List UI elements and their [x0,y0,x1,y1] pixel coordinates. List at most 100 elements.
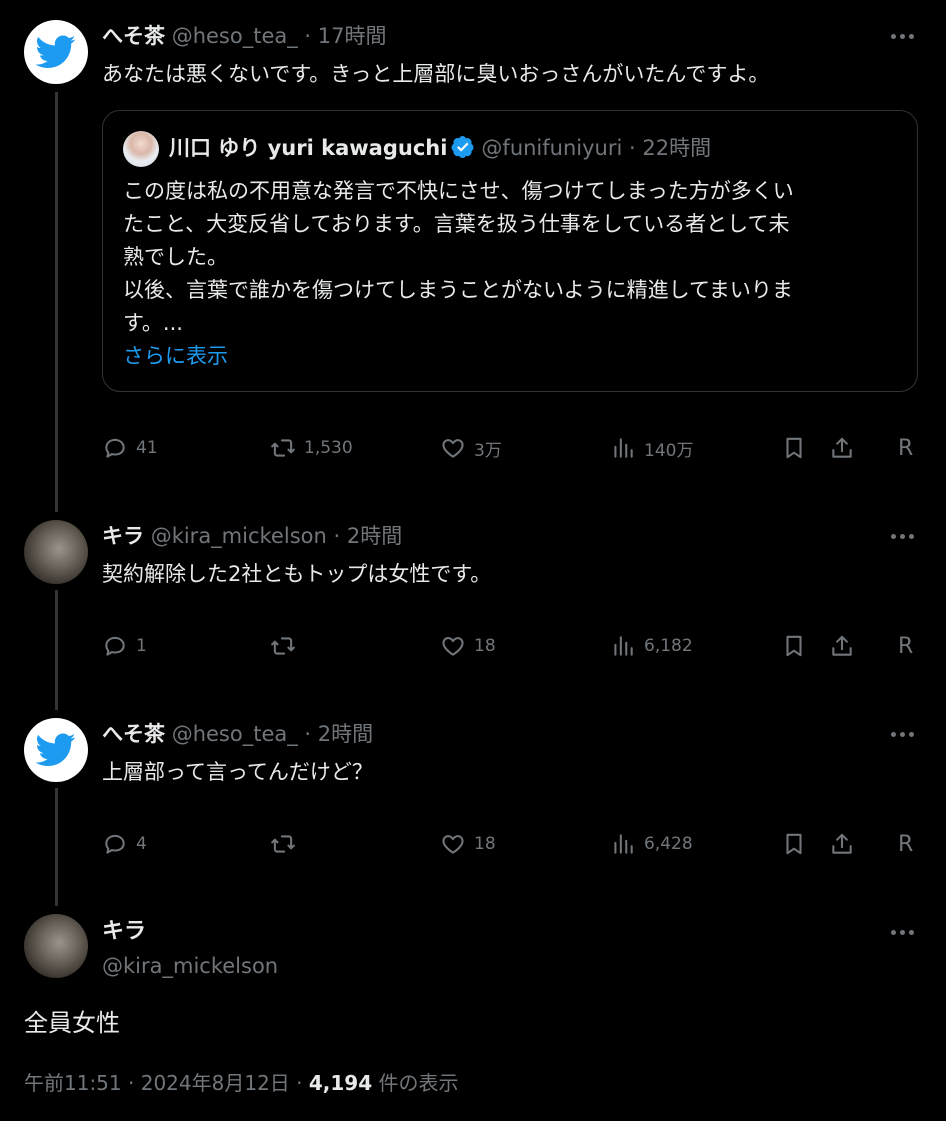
avatar[interactable] [24,914,88,978]
views-button[interactable]: 140万 [610,428,693,468]
separator: · [128,1071,135,1095]
avatar[interactable] [123,131,159,167]
views-label: 件の表示 [378,1071,459,1095]
bookmark-button[interactable] [781,824,807,864]
display-name[interactable]: へそ茶 [102,722,165,746]
display-name[interactable]: 川口 ゆり yuri kawaguchi [169,136,447,160]
like-count: 3万 [474,440,502,461]
separator: · [296,1071,303,1095]
text-line: たこと、大変反省しております。言葉を扱う仕事をしている者として未 [123,212,790,236]
user-handle[interactable]: @kira_mickelson [102,952,278,980]
tweet-header: キラ @kira_mickelson · 2時間 [102,522,402,550]
tweet[interactable]: へそ茶 @heso_tea_ · 2時間 上層部って言ってんだけど？ 4 18 … [0,698,946,898]
view-count: 6,428 [644,834,693,854]
tweet[interactable]: キラ @kira_mickelson · 2時間 契約解除した2社ともトップは女… [0,500,946,700]
r-button[interactable]: R [898,824,913,864]
share-upload-icon [832,437,852,458]
text-line: 熟でした。 [123,245,228,269]
like-count: 18 [474,834,496,854]
tweet-text: 上層部って言ってんだけど？ [102,760,373,784]
repost-button[interactable] [270,626,296,666]
bar-chart-icon [614,636,633,656]
text-line: この度は私の不用意な発言で不快にさせ、傷つけてしまった方が多くい [123,179,794,203]
quoted-tweet-header: 川口 ゆり yuri kawaguchi @funifuniyuri · 22時間 [169,133,711,163]
like-button[interactable]: 3万 [440,428,502,468]
action-bar: 4 18 6,428 R [0,824,946,864]
share-button[interactable] [829,428,855,468]
view-count: 4,194 [308,1071,373,1095]
more-dots-icon[interactable] [888,922,916,942]
repost-button[interactable] [270,824,296,864]
like-button[interactable]: 18 [440,626,496,666]
share-button[interactable] [829,824,855,864]
user-handle[interactable]: @kira_mickelson [151,524,327,548]
share-upload-icon [832,833,852,854]
text-line: 以後、言葉で誰かを傷つけてしまうことがないように精進してまいりま [123,278,793,302]
heart-icon [442,439,464,458]
display-name[interactable]: キラ [102,524,144,548]
timestamp[interactable]: 2時間 [347,524,402,548]
avatar[interactable] [24,20,88,84]
reply-button[interactable]: 1 [102,626,147,666]
bookmark-icon [786,833,802,855]
reply-count: 4 [136,834,147,854]
date[interactable]: 2024年8月12日 [141,1071,290,1095]
display-name[interactable]: キラ [102,918,146,946]
tweet-header: へそ茶 @heso_tea_ · 2時間 [102,720,373,748]
timestamp[interactable]: 17時間 [318,24,387,48]
quoted-tweet[interactable]: 川口 ゆり yuri kawaguchi @funifuniyuri · 22時間… [102,110,918,392]
bookmark-button[interactable] [781,626,807,666]
user-handle[interactable]: @heso_tea_ [172,24,298,48]
r-button[interactable]: R [898,626,913,666]
action-bar: 41 1,530 3万 140万 R [0,428,946,468]
bird-logo-icon [36,733,76,766]
avatar[interactable] [24,718,88,782]
timestamp[interactable]: 22時間 [642,136,711,160]
reply-bubble-icon [105,438,125,458]
bar-chart-icon [614,438,633,458]
bar-chart-icon [614,834,633,854]
tweet-text: 全員女性 [24,1009,120,1037]
bookmark-icon [786,437,802,459]
user-handle[interactable]: @heso_tea_ [172,722,298,746]
bookmark-button[interactable] [781,428,807,468]
more-dots-icon[interactable] [888,26,916,46]
reply-count: 1 [136,636,147,656]
avatar[interactable] [24,520,88,584]
timestamp[interactable]: 2時間 [318,722,373,746]
views-button[interactable]: 6,428 [610,824,693,864]
more-dots-icon[interactable] [888,724,916,744]
views-button[interactable]: 6,182 [610,626,693,666]
tweet[interactable]: へそ茶 @heso_tea_ · 17時間 あなたは悪くないです。きっと上層部に… [0,0,946,490]
repost-arrows-icon [271,439,295,457]
quoted-tweet-text: この度は私の不用意な発言で不快にさせ、傷つけてしまった方が多くい たこと、大変反… [123,175,893,340]
like-button[interactable]: 18 [440,824,496,864]
view-count: 6,182 [644,636,693,656]
tweet-text: 契約解除した2社ともトップは女性です。 [102,562,492,586]
user-handle[interactable]: @funifuniyuri [481,136,622,160]
like-count: 18 [474,636,496,656]
bookmark-icon [786,635,802,657]
display-name[interactable]: へそ茶 [102,24,165,48]
separator: · [304,24,312,48]
r-button[interactable]: R [898,428,913,468]
tweet-meta: 午前11:51 · 2024年8月12日 · 4,194 件の表示 [24,1068,459,1098]
text-line: す。... [123,311,183,335]
separator: · [333,524,341,548]
share-upload-icon [832,635,852,656]
view-count: 140万 [644,440,694,461]
heart-icon [442,637,464,656]
reply-bubble-icon [105,834,125,854]
bird-logo-icon [36,35,76,68]
tweet-text: あなたは悪くないです。きっと上層部に臭いおっさんがいたんですよ。 [102,62,770,86]
share-button[interactable] [829,626,855,666]
show-more-link[interactable]: さらに表示 [123,341,228,371]
repost-count: 1,530 [304,438,353,458]
verified-badge-icon [451,136,474,158]
timestamp[interactable]: 午前11:51 [24,1071,122,1095]
repost-button[interactable]: 1,530 [270,428,353,468]
reply-button[interactable]: 4 [102,824,147,864]
heart-icon [442,835,464,854]
reply-button[interactable]: 41 [102,428,158,468]
more-dots-icon[interactable] [888,526,916,546]
